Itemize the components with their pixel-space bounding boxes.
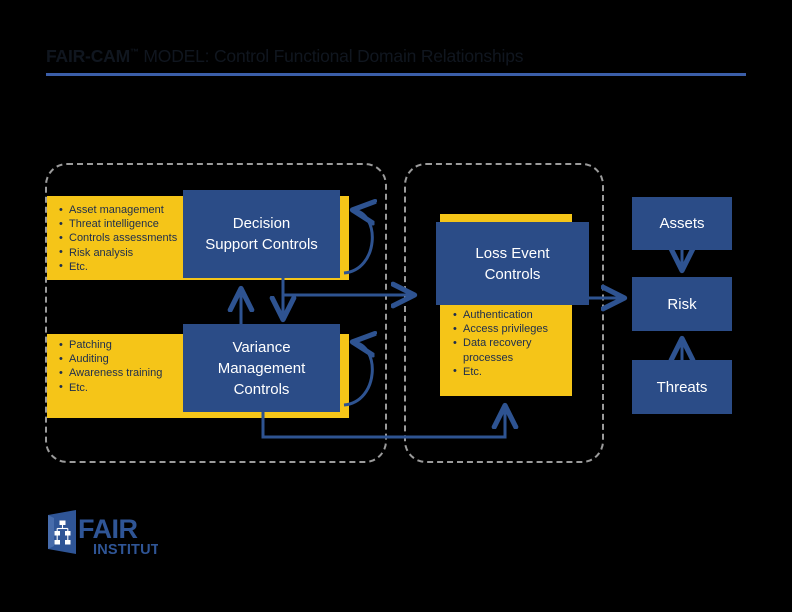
decision-support-label-line2: Support Controls xyxy=(205,236,318,253)
list-item: Asset management xyxy=(58,202,177,217)
list-item: Data recovery xyxy=(452,336,560,350)
variance-management-label-line3: Controls xyxy=(233,380,290,398)
page-title-rest: MODEL: Control Functional Domain Relatio… xyxy=(138,46,524,66)
assets-label: Assets xyxy=(659,215,705,232)
list-item: Awareness training xyxy=(58,366,162,380)
threats-box[interactable]: Threats xyxy=(632,360,732,414)
threats-label: Threats xyxy=(656,378,708,396)
variance-management-label-line1: Variance xyxy=(232,338,291,356)
risk-box[interactable]: Risk xyxy=(632,277,732,331)
decision-support-example-list: Asset management Threat intelligence Con… xyxy=(58,202,177,274)
fair-logo-wordmark: FAIR xyxy=(78,514,138,544)
page-title-brand: FAIR-CAM xyxy=(46,46,130,66)
loss-event-example-list: Authentication Access privileges Data re… xyxy=(452,307,560,379)
loss-event-label-line1: Loss Event xyxy=(475,244,550,262)
fair-logo-subtext: INSTITUTE xyxy=(93,542,158,558)
list-item: Access privileges xyxy=(452,322,560,336)
list-item: Controls assessments xyxy=(58,231,177,245)
variance-management-example-list: Patching Auditing Awareness training Etc… xyxy=(58,337,162,395)
list-item: Risk analysis xyxy=(58,245,177,260)
decision-support-controls-box[interactable]: Decision Support Controls xyxy=(183,190,340,278)
list-item-continuation: processes xyxy=(463,351,514,364)
fair-logo-mark xyxy=(48,510,76,554)
decision-support-label-line1: Decision xyxy=(232,215,291,232)
list-item: Patching xyxy=(58,337,162,352)
risk-label: Risk xyxy=(667,295,697,313)
loss-event-label-line2: Controls xyxy=(484,265,541,283)
variance-management-label-line2: Management xyxy=(217,359,306,377)
page-title: FAIR-CAM™ MODEL: Control Functional Doma… xyxy=(46,46,523,67)
list-item: Auditing xyxy=(58,352,162,366)
fair-institute-logo: FAIR INSTITUTE xyxy=(48,510,158,558)
assets-box[interactable]: Assets xyxy=(632,197,732,250)
title-divider xyxy=(46,73,746,76)
list-item: Etc. xyxy=(58,380,162,395)
list-item: Etc. xyxy=(58,259,177,274)
list-item: Etc. xyxy=(452,364,560,379)
trademark-symbol: ™ xyxy=(129,47,139,58)
list-item: Threat intelligence xyxy=(58,217,177,231)
loss-event-controls-box[interactable]: Loss Event Controls xyxy=(436,222,589,305)
variance-management-controls-box[interactable]: Variance Management Controls xyxy=(183,324,340,412)
diagram-canvas: FAIR-CAM™ MODEL: Control Functional Doma… xyxy=(0,0,792,612)
list-item: Authentication xyxy=(452,307,560,322)
